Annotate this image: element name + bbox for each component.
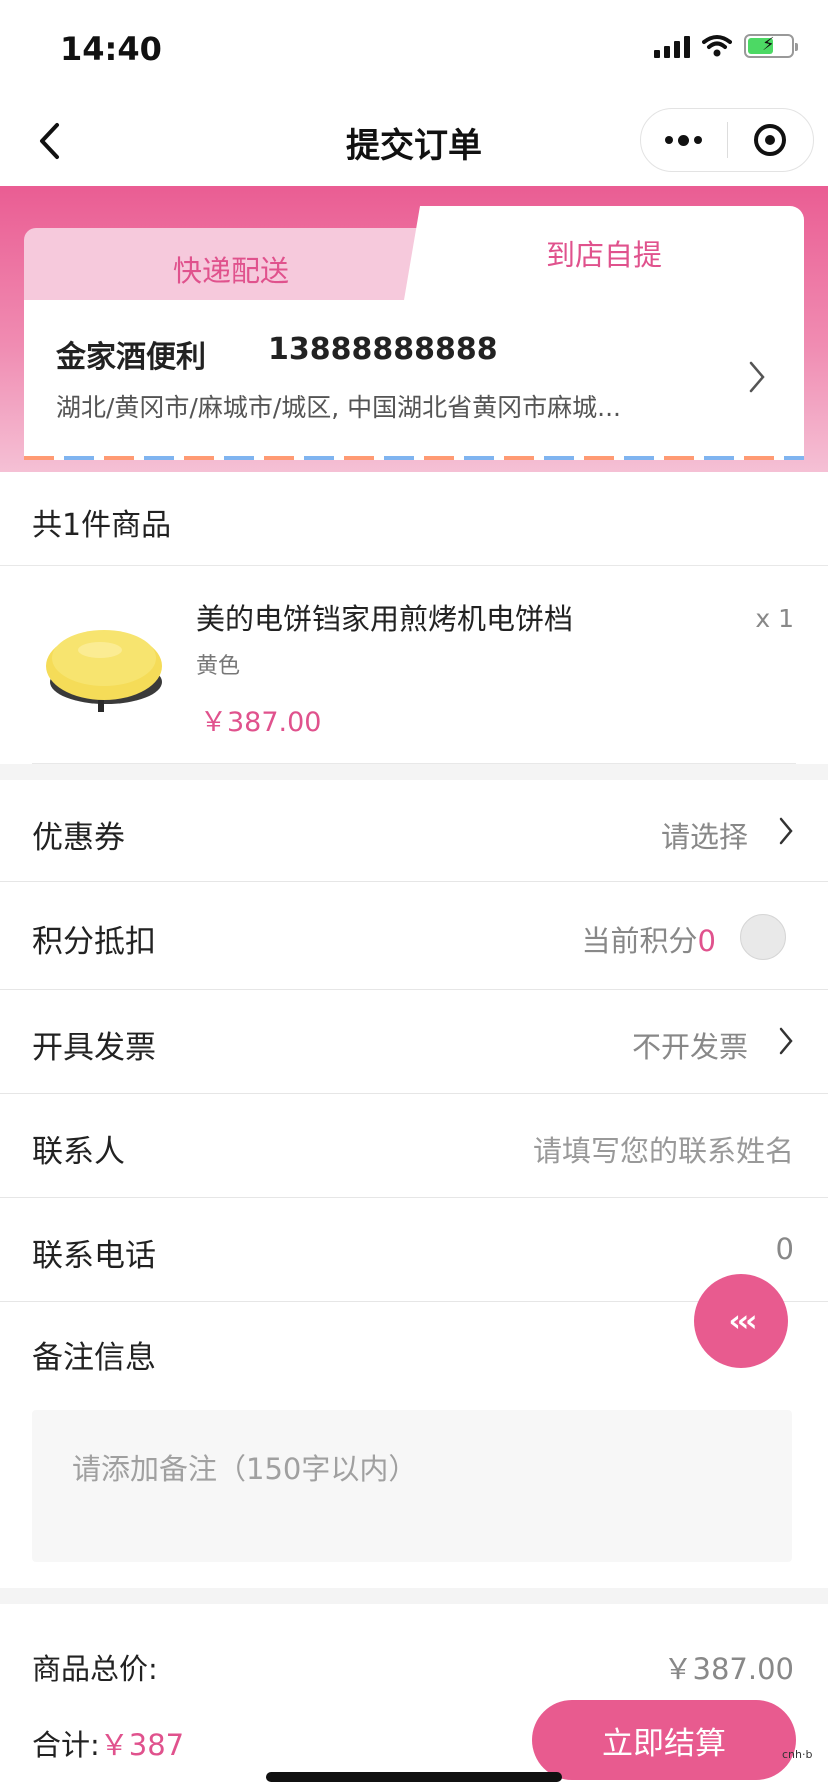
invoice-row[interactable]: 开具发票 不开发票 <box>0 990 828 1094</box>
watermark-logo: cnh·b <box>782 1748 813 1761</box>
remark-field[interactable] <box>32 1410 792 1562</box>
coupon-value: 请选择 <box>660 820 748 854</box>
invoice-label: 开具发票 <box>32 1030 156 1066</box>
more-button[interactable] <box>641 109 727 171</box>
section-gap <box>0 1588 828 1604</box>
wifi-icon <box>702 35 732 57</box>
target-circle-icon <box>754 124 787 156</box>
more-dots-icon <box>665 134 703 146</box>
delivery-card: 快递配送 到店自提 金家酒便利 13888888888 湖北/黄冈市/麻城市/城… <box>24 206 804 460</box>
mini-program-capsule <box>640 108 814 172</box>
points-prefix: 当前积分 <box>581 924 698 958</box>
floating-back-button[interactable]: ‹‹‹ <box>694 1274 788 1368</box>
tab-express-label: 快递配送 <box>172 254 289 288</box>
total-value: ￥387 <box>99 1728 185 1762</box>
total-label: 合计: <box>32 1728 100 1762</box>
envelope-border <box>24 456 804 460</box>
status-icons: ⚡ <box>654 34 798 58</box>
goods-count: 共1件商品 <box>32 508 172 543</box>
tab-store-pickup[interactable]: 到店自提 <box>404 206 804 300</box>
points-label: 积分抵扣 <box>32 924 156 960</box>
remark-input[interactable] <box>32 1410 792 1562</box>
points-value: 当前积分0 <box>582 918 716 960</box>
battery-charging-icon: ⚡ <box>744 34 798 58</box>
chevrons-left-icon: ‹‹‹ <box>728 1303 757 1339</box>
product-price: ￥387.00 <box>200 707 322 738</box>
product-spec: 黄色 <box>196 654 241 679</box>
contact-row: 联系人 请填写您的联系姓名 <box>0 1094 828 1198</box>
product-name: 美的电饼铛家用煎烤机电饼档 <box>196 602 574 636</box>
points-toggle[interactable] <box>740 914 786 960</box>
phone-row: 联系电话 0 <box>0 1198 828 1302</box>
chevron-right-icon <box>779 817 793 845</box>
goods-count-header: 共1件商品 <box>0 472 828 566</box>
phone-label: 联系电话 <box>32 1238 156 1274</box>
total: 合计:￥387 <box>32 1722 184 1764</box>
store-address: 湖北/黄冈市/麻城市/城区, 中国湖北省黄冈市麻城... <box>56 393 622 422</box>
goods-total-value: ￥387.00 <box>663 1652 794 1686</box>
store-name: 金家酒便利 <box>56 340 206 375</box>
store-address-panel[interactable]: 金家酒便利 13888888888 湖北/黄冈市/麻城市/城区, 中国湖北省黄冈… <box>24 300 804 460</box>
goods-total-label: 商品总价: <box>32 1652 158 1686</box>
nav-bar: 提交订单 <box>0 96 828 186</box>
chevron-right-icon <box>779 1027 793 1055</box>
goods-item[interactable]: 美的电饼铛家用煎烤机电饼档 黄色 ￥387.00 x 1 <box>0 566 828 764</box>
remark-label: 备注信息 <box>32 1340 156 1376</box>
home-indicator <box>266 1772 562 1782</box>
status-bar: 14:40 ⚡ <box>0 0 828 96</box>
contact-label: 联系人 <box>32 1134 125 1170</box>
tab-express-delivery[interactable]: 快递配送 <box>24 228 434 300</box>
signal-icon <box>654 34 690 58</box>
coupon-row[interactable]: 优惠券 请选择 <box>0 780 828 882</box>
invoice-value: 不开发票 <box>631 1030 748 1064</box>
chevron-right-icon <box>749 361 765 393</box>
points-row: 积分抵扣 当前积分0 <box>0 882 828 990</box>
section-gap <box>0 764 828 780</box>
status-time: 14:40 <box>60 30 162 68</box>
points-number: 0 <box>697 924 716 958</box>
product-quantity: x 1 <box>755 604 794 633</box>
store-phone: 13888888888 <box>268 332 498 367</box>
tab-pickup-label: 到店自提 <box>545 238 662 272</box>
contact-name-input[interactable]: 请填写您的联系姓名 <box>533 1128 794 1170</box>
close-mini-program-button[interactable] <box>728 109 814 171</box>
order-summary: 商品总价: ￥387.00 合计:￥387 立即结算 <box>0 1604 828 1792</box>
checkout-button[interactable]: 立即结算 <box>532 1700 796 1780</box>
product-image <box>46 630 162 712</box>
coupon-label: 优惠券 <box>32 820 125 856</box>
phone-input[interactable]: 0 <box>776 1232 794 1266</box>
